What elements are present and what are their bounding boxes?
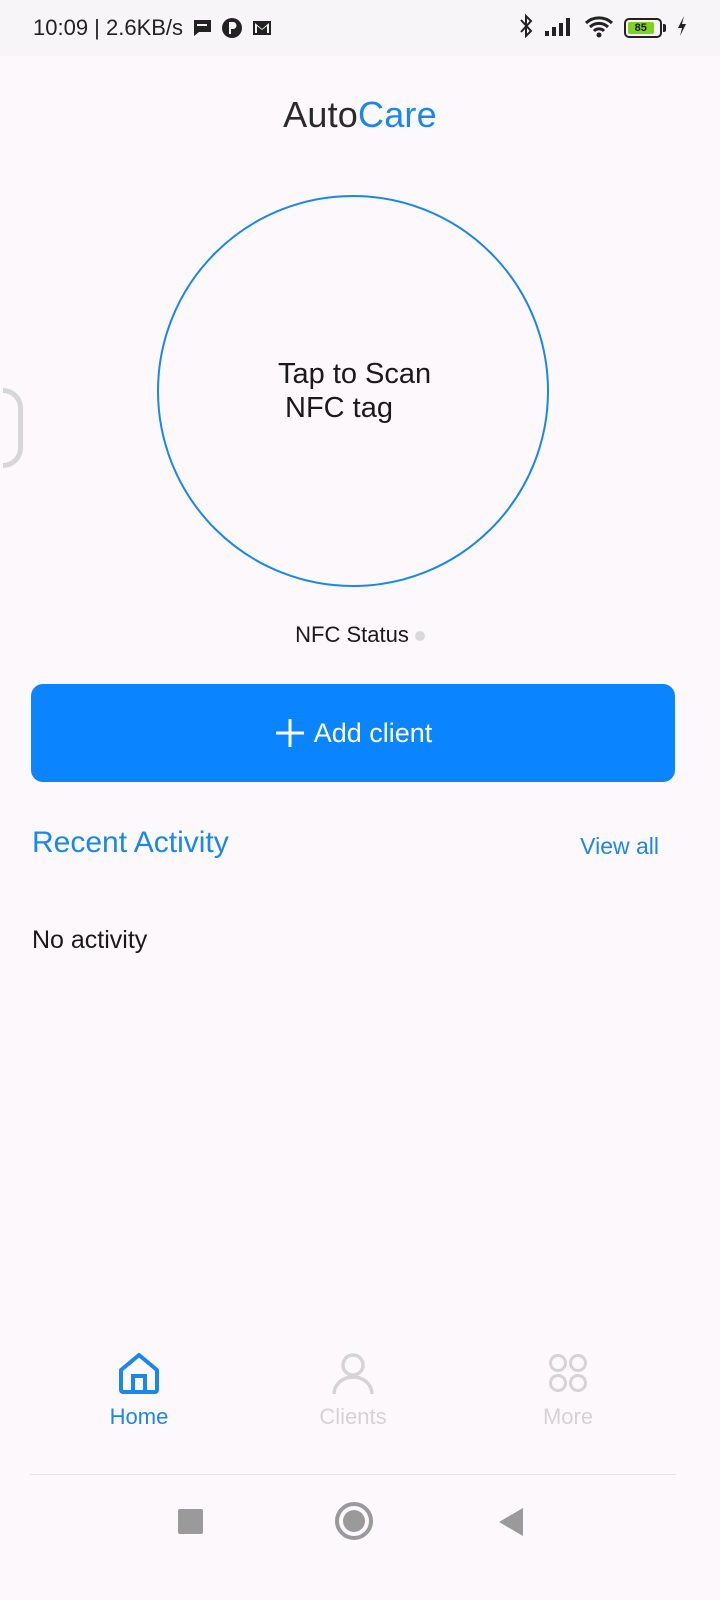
scan-text-line2: NFC tag bbox=[285, 392, 393, 424]
add-client-button[interactable]: Add client bbox=[31, 684, 675, 782]
app-screen: 10:09 | 2.6KB/s 85 AutoCare Tap to Scan … bbox=[0, 0, 720, 1600]
plus-icon bbox=[275, 719, 304, 747]
system-nav-bar bbox=[0, 1475, 720, 1600]
mail-icon bbox=[251, 17, 273, 39]
status-bar: 10:09 | 2.6KB/s 85 bbox=[0, 0, 720, 56]
charging-icon bbox=[676, 15, 688, 42]
status-left: 10:09 | 2.6KB/s bbox=[33, 15, 273, 41]
tab-clients-label: Clients bbox=[319, 1404, 387, 1429]
status-time-speed: 10:09 | 2.6KB/s bbox=[33, 15, 184, 40]
bluetooth-icon bbox=[518, 13, 534, 44]
nfc-status-label: NFC Status bbox=[295, 622, 409, 647]
home-circle-icon[interactable] bbox=[335, 1502, 373, 1540]
scan-text: Tap to Scan NFC tag bbox=[268, 357, 438, 425]
nfc-status-dot bbox=[414, 631, 425, 642]
bottom-tab-bar: Home Clients More bbox=[0, 1340, 720, 1450]
tab-home-label: Home bbox=[109, 1404, 169, 1429]
tab-clients[interactable]: Clients bbox=[293, 1340, 413, 1430]
battery-level: 85 bbox=[628, 22, 654, 34]
app-title-part1: Auto bbox=[283, 94, 358, 135]
no-activity-text: No activity bbox=[32, 926, 148, 954]
nfc-status: NFC Status bbox=[0, 622, 720, 648]
tab-home[interactable]: Home bbox=[79, 1340, 199, 1430]
recents-square-icon[interactable] bbox=[178, 1509, 203, 1534]
home-icon bbox=[119, 1353, 159, 1394]
grid-icon bbox=[549, 1354, 587, 1392]
battery-icon: 85 bbox=[624, 18, 666, 38]
add-client-label: Add client bbox=[313, 717, 433, 748]
wifi-icon bbox=[584, 14, 614, 43]
scan-nfc-button[interactable]: Tap to Scan NFC tag bbox=[157, 195, 549, 587]
tab-more-label: More bbox=[542, 1404, 594, 1429]
app-p-icon bbox=[221, 17, 243, 39]
scan-text-line1: Tap to Scan bbox=[278, 358, 432, 390]
edge-swipe-handle[interactable] bbox=[3, 388, 23, 468]
message-icon bbox=[191, 17, 213, 39]
view-all-link[interactable]: View all bbox=[580, 833, 659, 860]
status-right: 85 bbox=[518, 13, 688, 44]
app-title: AutoCare bbox=[0, 94, 720, 136]
back-triangle-icon[interactable] bbox=[499, 1508, 523, 1536]
tab-more[interactable]: More bbox=[508, 1340, 628, 1430]
app-title-part2: Care bbox=[358, 94, 437, 135]
recent-activity-title: Recent Activity bbox=[32, 826, 229, 859]
signal-icon bbox=[544, 15, 574, 42]
user-icon bbox=[332, 1353, 374, 1395]
